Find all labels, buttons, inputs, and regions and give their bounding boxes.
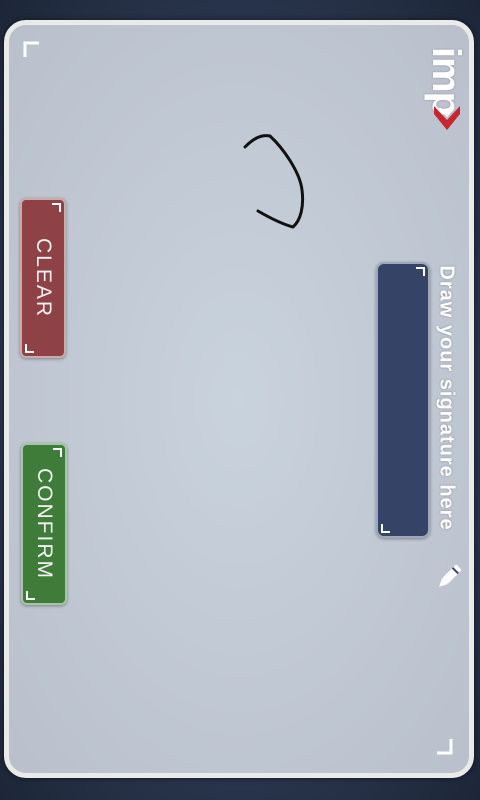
clear-button[interactable]: CLEAR <box>20 198 66 358</box>
confirm-button[interactable]: CONFIRM <box>21 443 67 605</box>
corner-accent-icon <box>416 267 425 276</box>
signature-hint-box <box>376 262 430 538</box>
corner-accent-icon <box>26 591 35 600</box>
corner-accent-icon <box>52 203 61 212</box>
clear-button-label: CLEAR <box>32 237 55 319</box>
corner-accent-icon <box>25 344 34 353</box>
signature-instruction: Draw your signature here <box>435 265 458 531</box>
corner-bracket-bottom-right-icon <box>437 739 453 755</box>
confirm-button-label: CONFIRM <box>33 468 56 580</box>
corner-accent-icon <box>53 448 62 457</box>
corner-bracket-top-left-icon <box>23 41 39 57</box>
pen-icon <box>439 564 462 587</box>
corner-accent-icon <box>381 524 390 533</box>
brand-chevron-logo-icon <box>434 106 460 130</box>
